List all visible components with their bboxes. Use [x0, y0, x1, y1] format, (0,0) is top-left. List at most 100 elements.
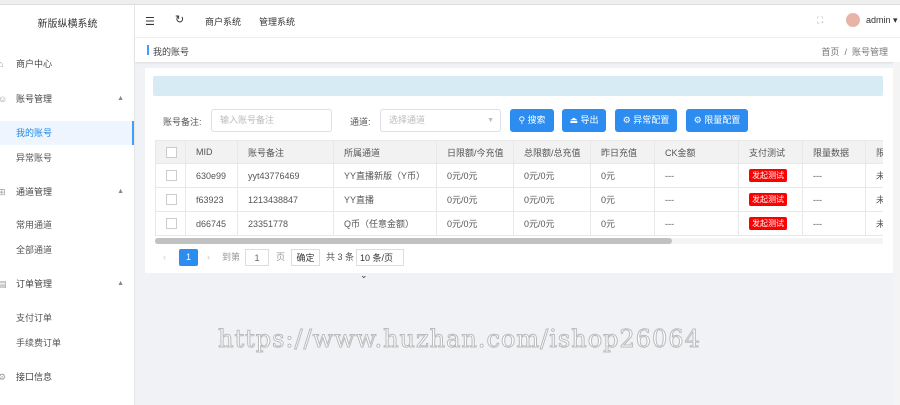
- sidebar-item-label: 接口信息: [16, 372, 53, 382]
- sidebar-item[interactable]: 全部通道: [0, 238, 134, 262]
- cell: 1213438847: [237, 187, 334, 212]
- sidebar-item[interactable]: ⊞ 通道管理 ▲: [0, 180, 134, 204]
- column-header: MID: [185, 140, 238, 164]
- sidebar-item[interactable]: 支付订单: [0, 306, 134, 330]
- column-header: 日限额/今充值: [436, 140, 514, 164]
- limit-config-button[interactable]: ⚙ 限量配置: [686, 109, 748, 132]
- chevron-up-icon: ▲: [117, 95, 124, 102]
- gear-icon: ⚙: [0, 372, 7, 382]
- search-button[interactable]: ⚲ 搜索: [510, 109, 554, 132]
- page-1[interactable]: 1: [179, 249, 198, 266]
- goto-page-input[interactable]: 1: [245, 249, 269, 266]
- accent-bar: [147, 45, 149, 55]
- select-cell: [155, 163, 186, 188]
- scrollbar-thumb[interactable]: [155, 238, 672, 244]
- cell: ---: [802, 187, 866, 212]
- sidebar-item-label: 手续费订单: [16, 338, 62, 348]
- caret-down-icon: ▾: [893, 15, 898, 25]
- fullscreen-icon[interactable]: ⛶: [817, 15, 823, 26]
- sidebar-item-label: 常用通道: [16, 220, 53, 230]
- chevron-down-icon: ⌄: [360, 270, 368, 280]
- cell: f63923: [185, 187, 238, 212]
- cell: 0元/0元: [513, 163, 591, 188]
- remark-input[interactable]: 输入账号备注: [211, 109, 332, 132]
- page-title: 我的账号: [153, 47, 190, 57]
- start-test-button[interactable]: 发起测试: [749, 217, 787, 230]
- sidebar-item-label: 通道管理: [16, 187, 53, 197]
- vertical-scrollbar[interactable]: [893, 62, 900, 405]
- sidebar-item[interactable]: ☺ 账号管理 ▲: [0, 87, 134, 111]
- chevron-up-icon: ▲: [117, 280, 124, 287]
- sidebar-item-label: 商户中心: [16, 59, 53, 69]
- row-checkbox[interactable]: [166, 218, 177, 230]
- cell: 未: [865, 163, 883, 188]
- sidebar-item-label: 订单管理: [16, 279, 53, 289]
- grid-icon: ⊞: [0, 187, 6, 197]
- tab-admin-system[interactable]: 管理系统: [259, 15, 295, 28]
- menu-toggle-icon[interactable]: ☰: [145, 15, 155, 28]
- table-header: MID 账号备注 所属通道 日限额/今充值 总限额/总充值 昨日充值 CK金额 支付测试 限量数…: [155, 140, 883, 164]
- cell: ---: [802, 163, 866, 188]
- select-cell: [155, 211, 186, 236]
- sidebar-item[interactable]: 异常账号: [0, 146, 134, 170]
- user-menu[interactable]: admin ▾: [866, 15, 898, 26]
- cell: 发起测试: [738, 187, 803, 212]
- select-cell: [155, 187, 186, 212]
- cell: d66745: [185, 211, 238, 236]
- horizontal-scrollbar[interactable]: [155, 238, 883, 244]
- refresh-icon[interactable]: ↻: [175, 13, 184, 26]
- sidebar-item[interactable]: 常用通道: [0, 213, 134, 237]
- cell: 0元/0元: [436, 211, 514, 236]
- cell: 0元/0元: [513, 211, 591, 236]
- sidebar-item-label: 全部通道: [16, 245, 53, 255]
- cell: ---: [654, 163, 739, 188]
- next-page-icon[interactable]: ›: [207, 249, 210, 266]
- select-all-checkbox[interactable]: [166, 146, 177, 158]
- breadcrumb-sep: /: [844, 47, 847, 57]
- page-size-select[interactable]: 10 条/页 ⌄: [356, 249, 404, 280]
- cell: 0元: [590, 163, 655, 188]
- breadcrumb-bar: 我的账号 首页 / 账号管理: [135, 38, 900, 62]
- goto-confirm-button[interactable]: 确定: [291, 249, 320, 266]
- column-header: 昨日充值: [590, 140, 655, 164]
- start-test-button[interactable]: 发起测试: [749, 193, 787, 206]
- home-icon: ⌂: [0, 59, 4, 69]
- cell: YY直播: [333, 187, 437, 212]
- cell: 0元/0元: [436, 163, 514, 188]
- cell: Q币（任意金额）: [333, 211, 437, 236]
- page-unit: 页: [276, 252, 286, 262]
- sidebar-item[interactable]: 手续费订单: [0, 331, 134, 355]
- sidebar-item-label: 支付订单: [16, 313, 53, 323]
- gear-icon: ⚙: [693, 115, 702, 125]
- user-icon: ☺: [0, 94, 8, 104]
- row-checkbox[interactable]: [166, 194, 177, 206]
- info-banner: [153, 76, 883, 96]
- cell: 未: [865, 211, 883, 236]
- start-test-button[interactable]: 发起测试: [749, 169, 787, 182]
- cell: 0元: [590, 187, 655, 212]
- sidebar-item[interactable]: 我的账号: [0, 121, 134, 145]
- channel-select[interactable]: 选择通道 ▼: [380, 109, 501, 132]
- cell: 发起测试: [738, 211, 803, 236]
- prev-page-icon[interactable]: ‹: [163, 249, 166, 266]
- abnormal-config-button[interactable]: ⚙ 异常配置: [615, 109, 677, 132]
- sidebar-item[interactable]: ⚙ 接口信息: [0, 365, 134, 389]
- breadcrumb-home[interactable]: 首页: [821, 47, 839, 57]
- page-size-value: 10 条/页: [360, 253, 394, 263]
- avatar[interactable]: [846, 13, 860, 27]
- sidebar-item[interactable]: ⌂ 商户中心: [0, 52, 134, 76]
- column-header: 账号备注: [237, 140, 334, 164]
- row-checkbox[interactable]: [166, 170, 177, 182]
- app-title: 新版纵横系统: [37, 19, 98, 30]
- goto-label: 到第: [222, 252, 241, 262]
- channel-label: 通道:: [350, 117, 371, 127]
- cell: ---: [654, 211, 739, 236]
- order-icon: ▤: [0, 279, 7, 289]
- sidebar-item[interactable]: ▤ 订单管理 ▲: [0, 272, 134, 296]
- column-header: 限: [865, 140, 883, 164]
- cell: 0元/0元: [436, 187, 514, 212]
- table-row: d66745 23351778 Q币（任意金额） 0元/0元 0元/0元 0元 --- 发起测…: [155, 211, 883, 236]
- column-header: 支付测试: [738, 140, 803, 164]
- export-button[interactable]: ⏏ 导出: [562, 109, 606, 132]
- tab-merchant-system[interactable]: 商户系统: [205, 15, 241, 28]
